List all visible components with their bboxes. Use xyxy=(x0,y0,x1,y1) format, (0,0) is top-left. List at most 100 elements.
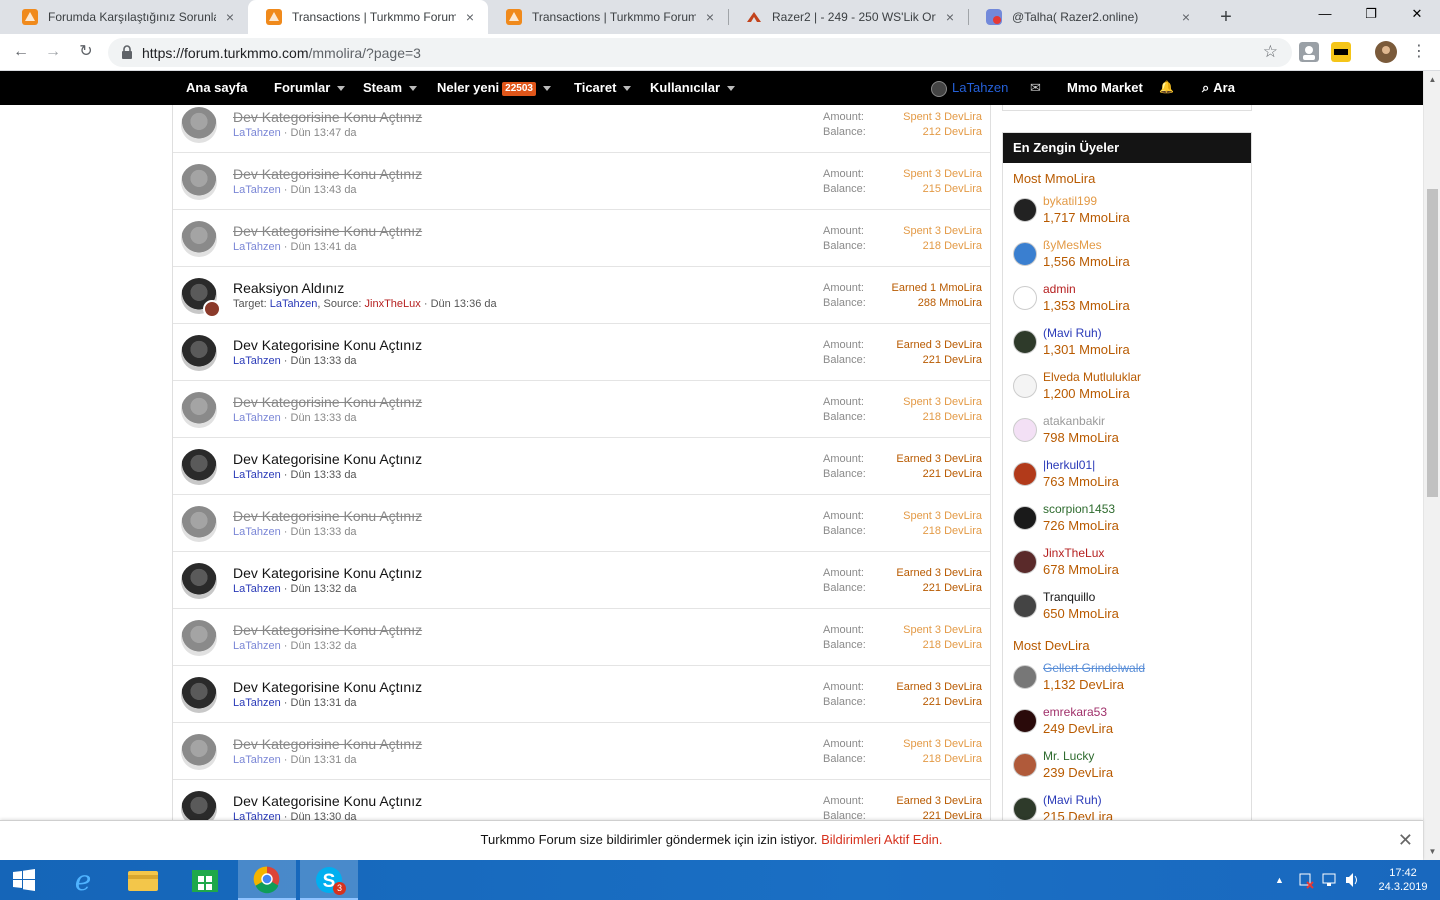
window-restore-button[interactable]: ❐ xyxy=(1348,0,1394,30)
user-link[interactable]: LaTahzen xyxy=(233,754,281,766)
nav-trade[interactable]: Ticaret xyxy=(574,71,632,105)
transaction-title[interactable]: Dev Kategorisine Konu Açtınız xyxy=(233,223,422,239)
avatar[interactable] xyxy=(181,563,217,599)
avatar[interactable] xyxy=(1013,198,1037,222)
browser-tab-5[interactable]: @Talha( Razer2.online) × xyxy=(968,0,1204,34)
window-minimize-button[interactable]: — xyxy=(1302,0,1348,30)
transaction-title[interactable]: Reaksiyon Aldınız xyxy=(233,280,344,296)
avatar[interactable] xyxy=(1013,462,1037,486)
user-link[interactable]: LaTahzen xyxy=(233,127,281,139)
member-name-link[interactable]: emrekara53 xyxy=(1043,705,1107,719)
avatar[interactable] xyxy=(1013,506,1037,530)
avatar[interactable] xyxy=(181,221,217,257)
tab-close-icon[interactable]: × xyxy=(462,9,478,25)
transaction-title[interactable]: Dev Kategorisine Konu Açtınız xyxy=(233,451,422,467)
user-link[interactable]: LaTahzen xyxy=(233,355,281,367)
member-name-link[interactable]: |herkul01| xyxy=(1043,458,1095,472)
tab-close-icon[interactable]: × xyxy=(942,9,958,25)
source-user-link[interactable]: JinxTheLux xyxy=(365,298,421,310)
avatar[interactable] xyxy=(181,506,217,542)
extension-imdb-icon[interactable] xyxy=(1331,42,1351,62)
extension-profile-icon[interactable] xyxy=(1299,42,1319,62)
avatar[interactable] xyxy=(1013,418,1037,442)
page-scrollbar[interactable]: ▲ ▼ xyxy=(1423,71,1440,860)
member-name-link[interactable]: scorpion1453 xyxy=(1043,502,1115,516)
nav-whats-new[interactable]: Neler yeni 22503 xyxy=(437,71,551,105)
address-url[interactable]: https://forum.turkmmo.com/mmolira/?page=… xyxy=(142,45,421,61)
most-mmolira-heading[interactable]: Most MmoLira xyxy=(1003,163,1251,190)
transaction-title[interactable]: Dev Kategorisine Konu Açtınız xyxy=(233,337,422,353)
user-link[interactable]: LaTahzen xyxy=(233,412,281,424)
tab-close-icon[interactable]: × xyxy=(702,9,718,25)
user-link[interactable]: LaTahzen xyxy=(233,241,281,253)
store-icon[interactable] xyxy=(176,860,234,900)
nav-search[interactable]: ⌕ Ara xyxy=(1202,71,1235,105)
avatar[interactable] xyxy=(181,620,217,656)
file-explorer-icon[interactable] xyxy=(114,860,172,900)
most-devlira-heading[interactable]: Most DevLira xyxy=(1003,630,1251,657)
tab-close-icon[interactable]: × xyxy=(222,9,238,25)
avatar[interactable] xyxy=(181,449,217,485)
avatar[interactable] xyxy=(1013,550,1037,574)
bookmark-star-icon[interactable]: ☆ xyxy=(1263,42,1278,62)
scroll-up-arrow-icon[interactable]: ▲ xyxy=(1424,71,1440,88)
network-icon[interactable] xyxy=(1321,860,1337,900)
member-name-link[interactable]: (Mavi Ruh) xyxy=(1043,326,1102,340)
nav-steam[interactable]: Steam xyxy=(363,71,418,105)
member-name-link[interactable]: atakanbakir xyxy=(1043,414,1105,428)
reactor-avatar[interactable] xyxy=(203,300,221,318)
browser-tab-1[interactable]: Forumda Karşılaştığınız Sorunlar × xyxy=(4,0,248,34)
close-icon[interactable]: ✕ xyxy=(1398,821,1413,859)
action-center-icon[interactable] xyxy=(1298,860,1314,900)
tray-overflow-icon[interactable]: ▲ xyxy=(1275,860,1284,900)
member-name-link[interactable]: bykatil199 xyxy=(1043,194,1097,208)
avatar[interactable] xyxy=(1013,797,1037,820)
nav-user-account[interactable]: LaTahzen xyxy=(931,71,1008,105)
back-button[interactable]: ← xyxy=(10,41,32,63)
transaction-title[interactable]: Dev Kategorisine Konu Açtınız xyxy=(233,394,422,410)
member-name-link[interactable]: JinxTheLux xyxy=(1043,546,1104,560)
avatar[interactable] xyxy=(1013,286,1037,310)
transaction-title[interactable]: Dev Kategorisine Konu Açtınız xyxy=(233,508,422,524)
transaction-title[interactable]: Dev Kategorisine Konu Açtınız xyxy=(233,565,422,581)
avatar[interactable] xyxy=(1013,374,1037,398)
avatar[interactable] xyxy=(1013,242,1037,266)
avatar[interactable] xyxy=(181,791,217,820)
inbox-envelope-icon[interactable]: ✉ xyxy=(1030,71,1041,105)
avatar[interactable] xyxy=(1013,594,1037,618)
profile-avatar-icon[interactable] xyxy=(1375,41,1397,63)
alerts-bell-icon[interactable]: 🔔 xyxy=(1159,71,1174,105)
member-name-link[interactable]: Tranquillo xyxy=(1043,590,1095,604)
avatar[interactable] xyxy=(181,164,217,200)
member-name-link[interactable]: Mr. Lucky xyxy=(1043,749,1094,763)
user-link[interactable]: LaTahzen xyxy=(233,526,281,538)
user-link[interactable]: LaTahzen xyxy=(233,697,281,709)
windows-start-icon[interactable] xyxy=(0,860,48,900)
avatar[interactable] xyxy=(181,677,217,713)
avatar[interactable] xyxy=(1013,330,1037,354)
avatar[interactable] xyxy=(181,335,217,371)
forward-button[interactable]: → xyxy=(42,41,64,63)
avatar[interactable] xyxy=(1013,753,1037,777)
new-tab-button[interactable]: + xyxy=(1214,5,1238,29)
nav-members[interactable]: Kullanıcılar xyxy=(650,71,736,105)
nav-forums[interactable]: Forumlar xyxy=(274,71,346,105)
browser-tab-3[interactable]: Transactions | Turkmmo Forum × xyxy=(488,0,728,34)
nav-mmo-market[interactable]: Mmo Market xyxy=(1067,71,1143,105)
scroll-down-arrow-icon[interactable]: ▼ xyxy=(1424,843,1440,860)
skype-taskbar-icon[interactable]: S 3 xyxy=(300,860,358,900)
address-bar[interactable]: https://forum.turkmmo.com/mmolira/?page=… xyxy=(108,38,1292,67)
volume-icon[interactable] xyxy=(1344,860,1360,900)
target-user-link[interactable]: LaTahzen xyxy=(270,298,318,310)
member-name-link[interactable]: ßyMesMes xyxy=(1043,238,1102,252)
chrome-taskbar-icon[interactable] xyxy=(238,860,296,900)
window-close-button[interactable]: ✕ xyxy=(1394,0,1440,30)
user-link[interactable]: LaTahzen xyxy=(233,811,281,820)
scrollbar-thumb[interactable] xyxy=(1427,189,1438,497)
avatar[interactable] xyxy=(1013,665,1037,689)
transaction-title[interactable]: Dev Kategorisine Konu Açtınız xyxy=(233,622,422,638)
taskbar-clock[interactable]: 17:42 24.3.2019 xyxy=(1370,860,1436,900)
browser-menu-icon[interactable]: ⋮ xyxy=(1408,41,1430,63)
member-name-link[interactable]: Gellert Grindelwald xyxy=(1043,661,1145,675)
member-name-link[interactable]: (Mavi Ruh) xyxy=(1043,793,1102,807)
